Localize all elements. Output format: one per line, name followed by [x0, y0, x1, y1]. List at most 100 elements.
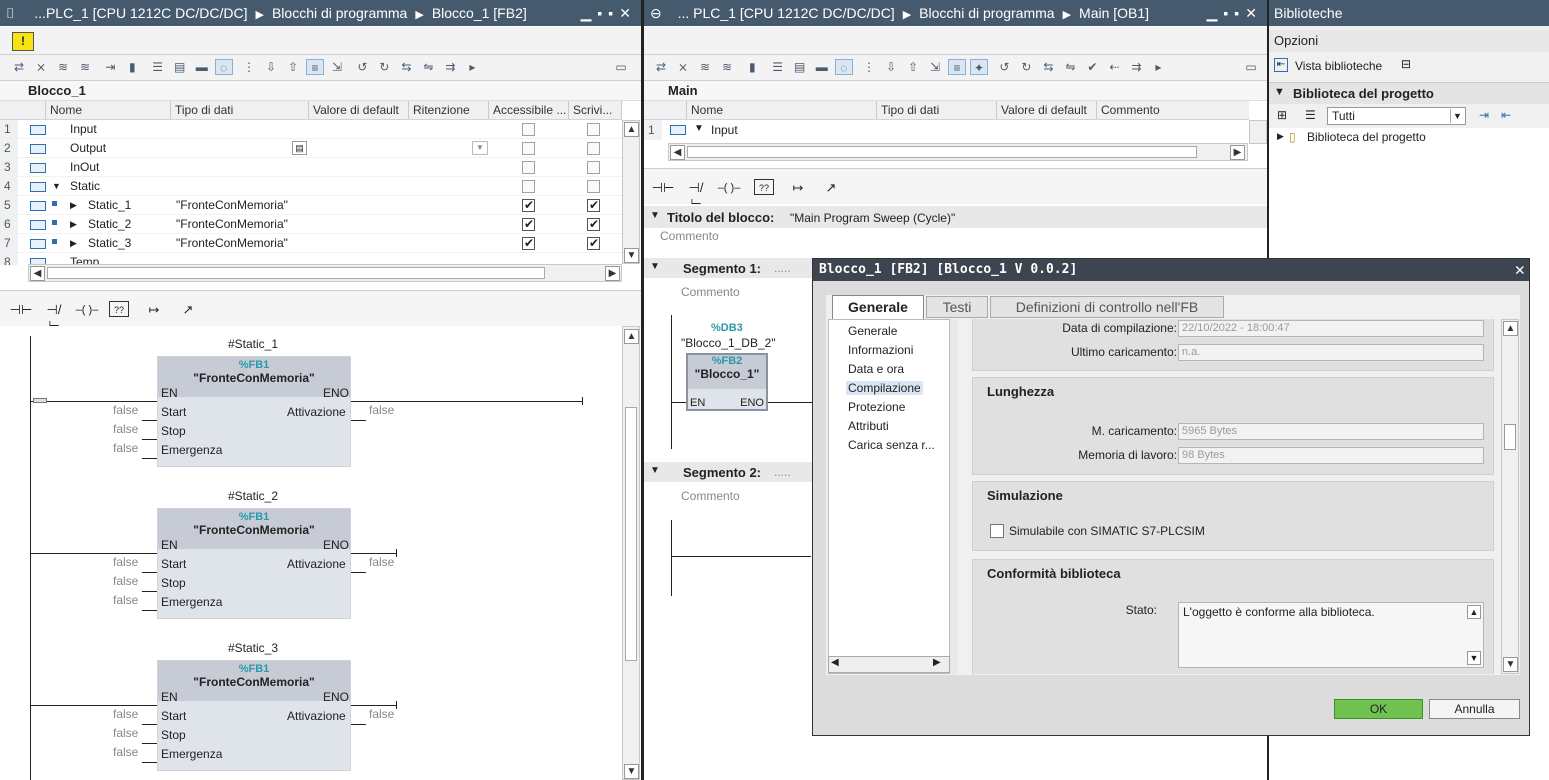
col-comment[interactable]: Commento — [1097, 101, 1249, 119]
upload-icon[interactable]: ⇧ — [284, 59, 302, 75]
ok-button[interactable]: OK — [1334, 699, 1423, 719]
list-icon[interactable]: ☰ — [769, 59, 787, 75]
coil-icon[interactable]: –( )– — [716, 179, 742, 195]
comment-icon[interactable]: ◌ — [214, 59, 233, 75]
expand-icon[interactable]: ▶ — [70, 196, 77, 215]
accessible-checkbox[interactable] — [522, 234, 535, 253]
writable-checkbox[interactable] — [587, 215, 600, 234]
col-name[interactable]: Nome — [46, 101, 171, 119]
coil-icon[interactable]: –( )– — [74, 301, 100, 317]
library-settings-icon[interactable]: ⊟ — [1401, 57, 1411, 71]
row-type[interactable]: "FronteConMemoria" — [176, 196, 288, 215]
scroll-right-icon[interactable]: ▶ — [605, 266, 620, 281]
comment-icon[interactable]: ◌ — [834, 59, 853, 75]
writable-checkbox[interactable] — [587, 196, 600, 215]
accessible-checkbox[interactable] — [522, 215, 535, 234]
block-icon[interactable]: ▤ — [171, 59, 189, 75]
cancel-button[interactable]: Annulla — [1429, 699, 1520, 719]
mid-table-hscroll[interactable]: ◀ ▶ — [668, 143, 1248, 161]
nav-item[interactable]: Generale — [846, 324, 899, 338]
library-view-button[interactable]: Vista biblioteche — [1295, 59, 1382, 73]
add-row-icon[interactable]: ≋ — [718, 59, 736, 75]
row-type[interactable]: "FronteConMemoria" — [176, 234, 288, 253]
expand-icon[interactable]: ▶ — [70, 234, 77, 253]
upload-icon[interactable]: ⇧ — [904, 59, 922, 75]
tree-item-project-library[interactable]: Biblioteca del progetto — [1307, 130, 1426, 144]
left-table-hscroll[interactable]: ◀ ▶ — [28, 264, 622, 282]
favorites-icon[interactable]: ⋮ — [240, 59, 258, 75]
close-library-icon[interactable]: ⇤ — [1501, 108, 1511, 122]
col-accessible[interactable]: Accessibile ... — [489, 101, 569, 119]
instance-name[interactable]: #Static_1 — [228, 337, 278, 351]
goto-icon[interactable]: ⇲ — [328, 59, 346, 75]
expand-icon[interactable]: ▼ — [694, 123, 704, 134]
accessible-checkbox[interactable] — [522, 196, 535, 215]
expand-icon[interactable]: ▶ — [1277, 131, 1284, 142]
mid-interface-row[interactable]: 1 ▼ Input — [644, 120, 1249, 140]
window-controls[interactable]: ▁▪▪✕ — [1207, 0, 1263, 26]
insert-row-icon[interactable]: ≋ — [696, 59, 714, 75]
scroll-down-icon[interactable]: ▼ — [1503, 657, 1518, 672]
scroll-left-icon[interactable]: ◀ — [30, 266, 45, 281]
empty-box-icon[interactable]: ?? — [754, 179, 774, 195]
snapshot-icon[interactable]: ⇋ — [419, 59, 437, 75]
mid-table-vscroll[interactable] — [1249, 120, 1267, 144]
snapshot-icon[interactable]: ⇋ — [1061, 59, 1079, 75]
grid-view-icon[interactable]: ⊞ — [1277, 108, 1287, 122]
delete-network-icon[interactable]: ⨯ — [32, 59, 50, 75]
content-vscroll[interactable]: ▲ ▼ — [1501, 319, 1519, 674]
row-name[interactable]: Static_2 — [88, 215, 131, 234]
project-library-header[interactable]: ▼ Biblioteca del progetto — [1269, 82, 1549, 104]
collapse-icon[interactable]: ▬ — [813, 59, 831, 75]
contact-no-icon[interactable]: ⊣⊢ — [650, 179, 676, 195]
interface-row[interactable]: 2 Output ▤ ▼ — [0, 139, 622, 158]
col-default[interactable]: Valore di default — [997, 101, 1097, 119]
fb-call-box[interactable]: %FB2 "Blocco_1" EN ENO — [686, 353, 768, 411]
scroll-right-icon[interactable]: ▶ — [933, 657, 941, 668]
collapse-icon[interactable]: ▼ — [650, 261, 660, 272]
en-selection-marker[interactable] — [33, 398, 47, 403]
scroll-thumb[interactable] — [625, 407, 637, 661]
split-view-icon[interactable]: ▭ — [612, 59, 630, 75]
block-icon[interactable]: ▤ — [791, 59, 809, 75]
accessible-checkbox[interactable] — [522, 161, 535, 174]
list-view-icon[interactable]: ☰ — [1305, 108, 1316, 122]
nav-item[interactable]: Attributi — [846, 419, 891, 433]
contact-nc-icon[interactable]: ⊣/⊢ — [683, 179, 709, 211]
simulation-checkbox[interactable] — [990, 524, 1004, 538]
values-icon[interactable]: ⇉ — [441, 59, 459, 75]
chevron-down-icon[interactable]: ▼ — [1274, 86, 1285, 98]
accessible-checkbox[interactable] — [522, 123, 535, 136]
col-name[interactable]: Nome — [687, 101, 877, 119]
scroll-right-icon[interactable]: ▶ — [1230, 145, 1245, 160]
download-icon[interactable]: ⇩ — [262, 59, 280, 75]
writable-checkbox[interactable] — [587, 142, 600, 155]
scroll-down-icon[interactable]: ▼ — [1467, 651, 1481, 665]
scroll-up-icon[interactable]: ▲ — [624, 329, 639, 344]
nav-item[interactable]: Compilazione — [846, 381, 923, 395]
goto-icon[interactable]: ⇲ — [926, 59, 944, 75]
scroll-left-icon[interactable]: ◀ — [831, 657, 839, 668]
state-textarea[interactable]: L'oggetto è conforme alla biblioteca. ▲ … — [1178, 602, 1484, 668]
col-type[interactable]: Tipo di dati — [171, 101, 309, 119]
segment1-title[interactable]: ..... — [774, 261, 791, 275]
compare-icon[interactable]: ⇆ — [1039, 59, 1057, 75]
instance-db-name[interactable]: "Blocco_1_DB_2" — [681, 336, 776, 350]
open-branch-icon[interactable]: ↦ — [785, 179, 811, 195]
warning-icon[interactable]: ! — [12, 32, 34, 51]
insert-network-icon[interactable]: ⇄ — [652, 59, 670, 75]
library-view-icon[interactable]: ⇤ — [1274, 58, 1288, 72]
download-icon[interactable]: ⇩ — [882, 59, 900, 75]
type-picker-icon[interactable]: ▤ — [292, 141, 307, 155]
col-writable[interactable]: Scrivi... — [569, 101, 622, 119]
expand-icon[interactable]: ▶ — [70, 215, 77, 234]
interface-row[interactable]: 3 InOut — [0, 158, 622, 177]
left-ladder-vscroll[interactable]: ▲ ▼ — [622, 326, 640, 780]
more-icon[interactable]: ▸ — [463, 59, 481, 75]
check-icon[interactable]: ✔ — [1083, 59, 1101, 75]
filter-select[interactable]: Tutti ▼ — [1327, 107, 1466, 125]
call-icon[interactable]: ⇠ — [1105, 59, 1123, 75]
scroll-thumb[interactable] — [47, 267, 545, 279]
favorites-icon[interactable]: ⋮ — [860, 59, 878, 75]
col-retain[interactable]: Ritenzione — [409, 101, 489, 119]
